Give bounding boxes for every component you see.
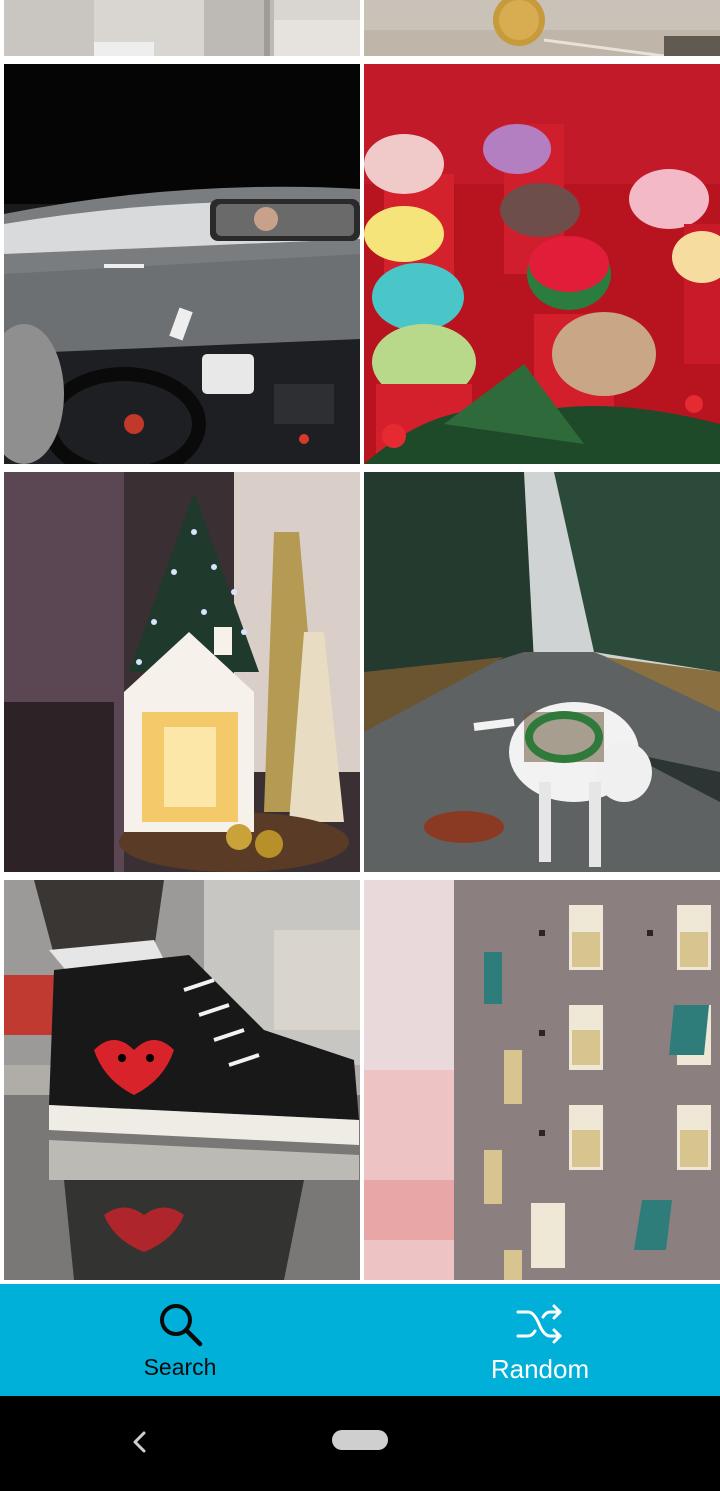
photo-tile-6[interactable] xyxy=(364,472,720,872)
photo-tile-7[interactable] xyxy=(4,880,360,1280)
random-nav-button[interactable]: Random xyxy=(360,1284,720,1396)
photo-grid xyxy=(0,0,720,1283)
random-nav-label: Random xyxy=(490,1354,590,1384)
photo-tile-5[interactable] xyxy=(4,472,360,872)
photo-tile-1[interactable] xyxy=(4,0,360,56)
photo-tile-4[interactable] xyxy=(364,64,720,464)
photo-tile-8[interactable] xyxy=(364,880,720,1280)
back-chevron-icon[interactable] xyxy=(124,1426,156,1458)
photo-tile-2[interactable] xyxy=(364,0,720,56)
bottom-navigation-bar: Search Random xyxy=(0,1284,720,1396)
shuffle-icon xyxy=(516,1304,562,1344)
search-nav-button[interactable]: Search xyxy=(0,1284,360,1396)
search-nav-label: Search xyxy=(143,1354,217,1380)
search-icon xyxy=(160,1304,203,1347)
home-pill-icon[interactable] xyxy=(332,1430,388,1450)
system-navigation-bar xyxy=(0,1396,720,1491)
photo-tile-3[interactable] xyxy=(4,64,360,464)
